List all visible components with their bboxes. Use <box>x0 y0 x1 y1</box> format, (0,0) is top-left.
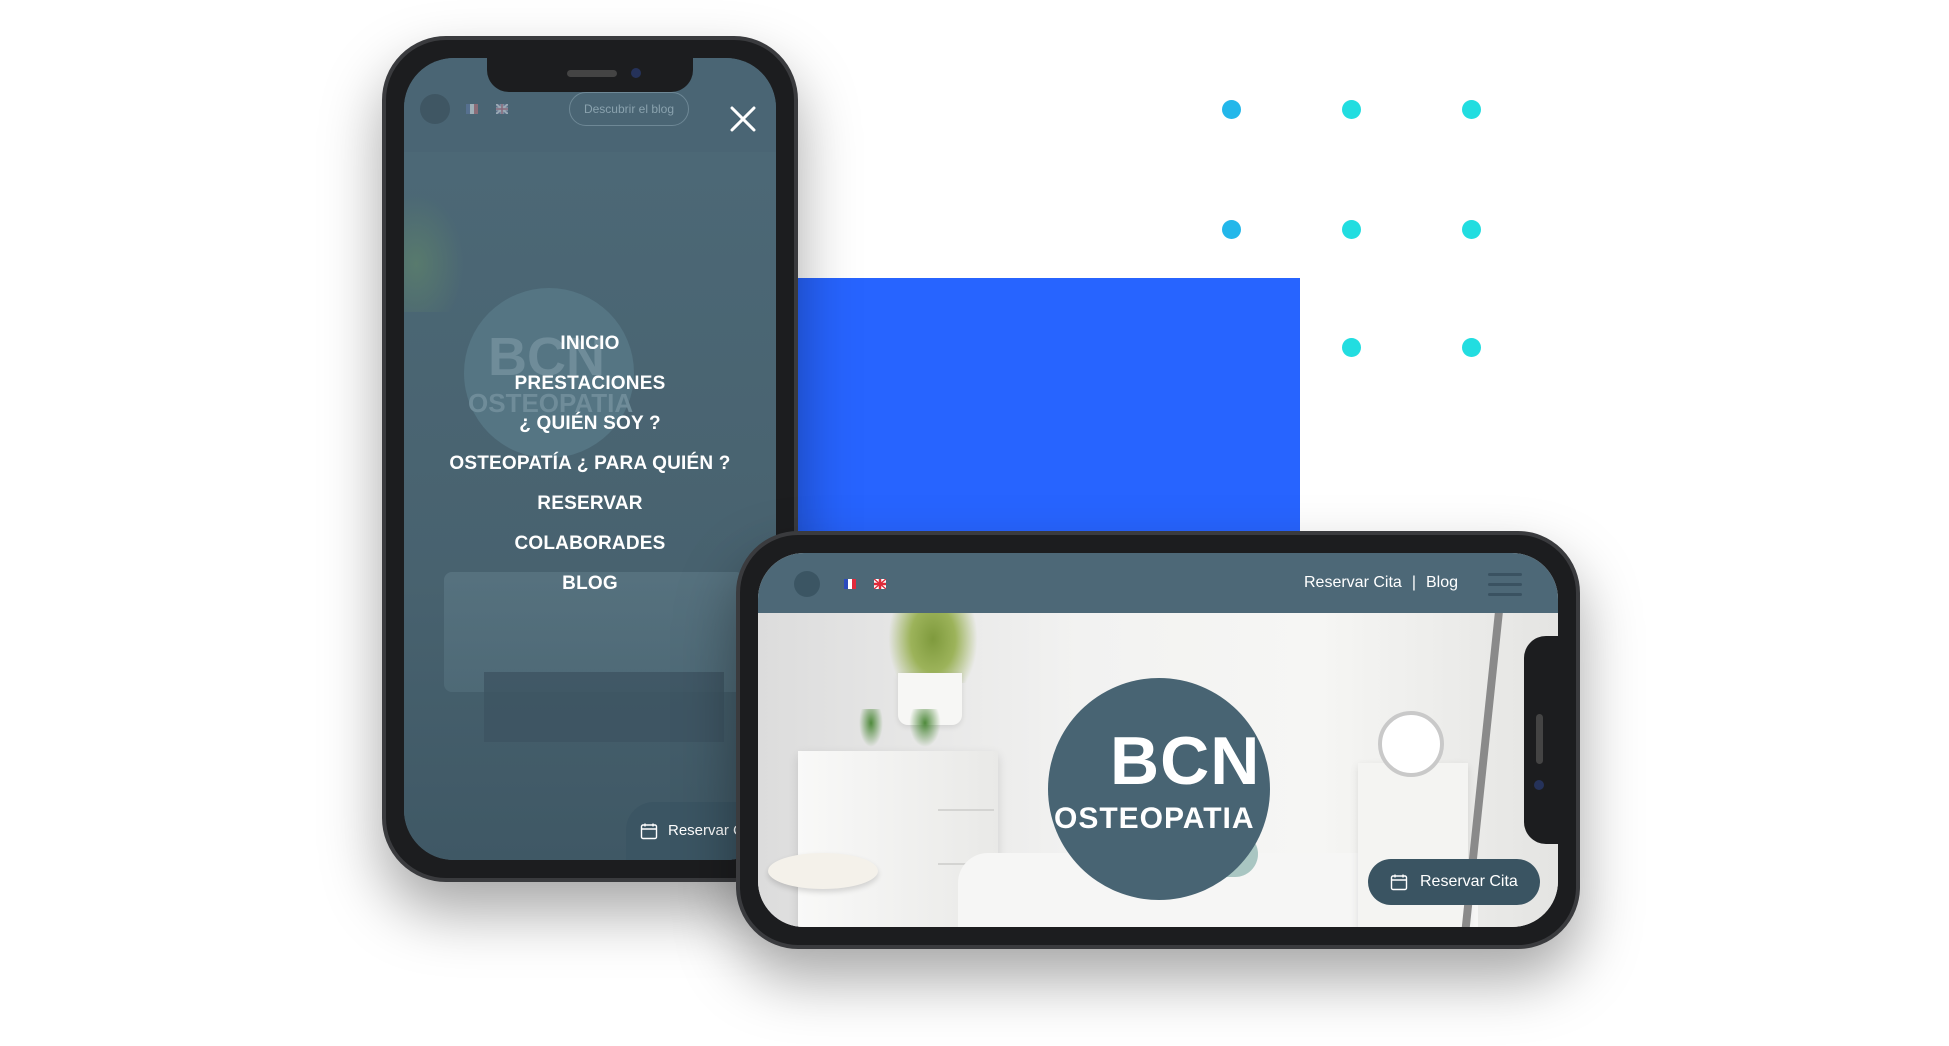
nav-separator: | <box>1411 574 1416 591</box>
landscape-phone: Reservar Cita | Blog BCN OSTEOPATIA Reserv… <box>736 531 1580 949</box>
decorative-dot <box>1342 100 1361 119</box>
decorative-dot <box>1462 220 1481 239</box>
site-header: Reservar Cita | Blog <box>758 553 1558 613</box>
menu-item-reservar[interactable]: RESERVAR <box>404 484 776 524</box>
site-logo[interactable] <box>794 571 820 597</box>
photo-clock <box>1378 711 1444 777</box>
photo-dresser-drawer-line <box>938 809 994 811</box>
speaker-grille <box>1536 714 1543 764</box>
reserve-appointment-label: Reservar Cita <box>1420 873 1518 890</box>
calendar-icon <box>640 823 658 840</box>
decorative-dot <box>1222 100 1241 119</box>
site-logo[interactable] <box>420 94 450 124</box>
close-menu-icon[interactable] <box>728 104 758 134</box>
uk-flag-icon[interactable] <box>496 104 508 114</box>
hero-logo-subtitle: OSTEOPATIA <box>1054 802 1255 835</box>
portrait-screen: Descubrir el blog BCN OSTEOPATIA INICIO … <box>404 58 776 860</box>
uk-flag-icon[interactable] <box>874 579 886 589</box>
calendar-icon <box>1390 874 1408 891</box>
photo-stool <box>768 853 878 889</box>
hamburger-menu-icon[interactable] <box>1488 573 1522 603</box>
hero-logo-title: BCN <box>1110 723 1261 799</box>
decorative-dot <box>1342 220 1361 239</box>
decorative-dot <box>1462 338 1481 357</box>
background-plant <box>404 192 464 312</box>
photo-small-plant <box>858 709 884 749</box>
nav-blog-link[interactable]: Blog <box>1426 574 1458 591</box>
menu-item-colaborades[interactable]: COLABORADES <box>404 524 776 564</box>
landscape-screen: Reservar Cita | Blog BCN OSTEOPATIA Reserv… <box>758 553 1558 927</box>
menu-item-prestaciones[interactable]: PRESTACIONES <box>404 364 776 404</box>
phone-notch <box>1524 636 1558 844</box>
background-bench <box>484 672 724 742</box>
phone-notch <box>487 58 693 92</box>
discover-blog-button[interactable]: Descubrir el blog <box>569 92 689 126</box>
menu-item-quien-soy[interactable]: ¿ QUIÉN SOY ? <box>404 404 776 444</box>
french-flag-icon[interactable] <box>466 104 478 114</box>
hero-logo: BCN OSTEOPATIA <box>1048 678 1270 900</box>
front-camera <box>631 68 641 78</box>
decorative-dot <box>1222 220 1241 239</box>
photo-small-plant <box>908 709 942 749</box>
menu-item-inicio[interactable]: INICIO <box>404 324 776 364</box>
reserve-appointment-button[interactable]: Reservar Cita <box>1368 859 1540 905</box>
decorative-dot <box>1462 100 1481 119</box>
french-flag-icon[interactable] <box>844 579 856 589</box>
menu-item-blog[interactable]: BLOG <box>404 564 776 604</box>
menu-item-osteopatia[interactable]: OSTEOPATÍA ¿ PARA QUIÉN ? <box>404 444 776 484</box>
header-nav: Reservar Cita | Blog <box>1304 553 1458 613</box>
nav-reserve-link[interactable]: Reservar Cita <box>1304 574 1402 591</box>
main-menu: INICIO PRESTACIONES ¿ QUIÉN SOY ? OSTEOP… <box>404 324 776 604</box>
speaker-grille <box>567 70 617 77</box>
decorative-dot <box>1342 338 1361 357</box>
front-camera <box>1534 780 1544 790</box>
decorative-blue-rectangle <box>795 278 1300 540</box>
